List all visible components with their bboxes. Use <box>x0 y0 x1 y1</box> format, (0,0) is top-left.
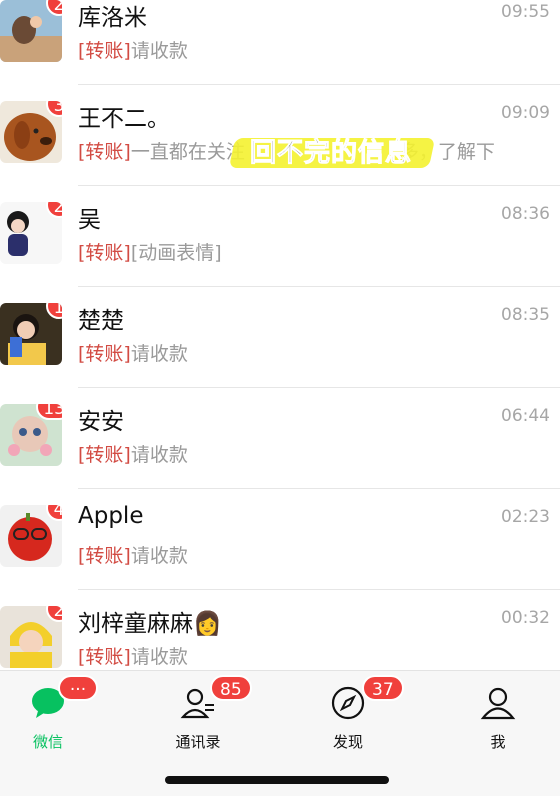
chat-name: 楚楚 <box>78 308 124 334</box>
chat-time: 08:36 <box>501 204 550 224</box>
preview-text: 请收款 <box>130 646 188 668</box>
preview-text: 请收款 <box>130 40 188 62</box>
overlay-caption-text: 回不完的信息 <box>249 138 413 169</box>
transfer-tag: [转账] <box>78 343 131 365</box>
chat-name: Apple <box>78 503 144 529</box>
compass-icon <box>331 686 365 720</box>
chat-name: 库洛米 <box>78 5 147 31</box>
transfer-tag: [转账] <box>78 444 131 466</box>
chat-preview: [转账]请收款 <box>78 642 188 669</box>
tab-badge: ··· <box>58 675 98 701</box>
transfer-tag: [转账] <box>78 242 131 264</box>
transfer-tag: [转账] <box>78 646 131 668</box>
chat-preview: [转账]请收款 <box>78 440 188 467</box>
transfer-tag: [转账] <box>78 141 131 163</box>
tab-badge: 85 <box>210 675 252 701</box>
avatar[interactable]: 2 <box>0 202 62 264</box>
chat-time: 09:09 <box>501 103 550 123</box>
chat-row[interactable]: 2 库洛米 09:55 [转账]请收款 <box>0 0 560 85</box>
avatar[interactable]: 2 <box>0 606 62 668</box>
chat-name: 安安 <box>78 409 124 435</box>
preview-text: 请收款 <box>130 444 188 466</box>
tab-contacts[interactable]: 85 通讯录 <box>138 671 258 761</box>
avatar[interactable]: 4 <box>0 505 62 567</box>
tab-chats[interactable]: ··· 微信 <box>0 671 108 761</box>
home-indicator <box>165 776 389 784</box>
chat-name: 刘梓童麻麻👩 <box>78 611 222 637</box>
tab-me[interactable]: 我 <box>438 671 558 761</box>
preview-text: [动画表情] <box>130 242 222 264</box>
preview-text: 一直都在关注 <box>130 141 245 163</box>
tab-label: 通讯录 <box>175 733 221 751</box>
chat-row[interactable]: 2 吴 08:36 [转账][动画表情] <box>0 186 560 287</box>
chat-preview: [转账]请收款 <box>78 36 188 63</box>
avatar[interactable]: 2 <box>0 0 62 62</box>
chat-row[interactable]: 1 楚楚 08:35 [转账]请收款 <box>0 287 560 388</box>
tab-discover[interactable]: 37 发现 <box>288 671 408 761</box>
avatar[interactable]: 3 <box>0 101 62 163</box>
preview-text: 请收款 <box>130 545 188 567</box>
transfer-tag: [转账] <box>78 545 131 567</box>
preview-text: 请收款 <box>130 343 188 365</box>
chat-time: 00:32 <box>501 608 550 628</box>
tab-label: 微信 <box>32 733 63 751</box>
chat-time: 08:35 <box>501 305 550 325</box>
tab-label: 我 <box>490 733 506 751</box>
chat-row[interactable]: 13 安安 06:44 [转账]请收款 <box>0 388 560 489</box>
chat-name: 王不二。 <box>78 106 170 132</box>
tab-label: 发现 <box>332 733 363 751</box>
tab-badge: 37 <box>362 675 404 701</box>
chat-time: 02:23 <box>501 507 550 527</box>
chat-time: 09:55 <box>501 2 550 22</box>
overlay-caption: 回不完的信息 <box>228 128 436 176</box>
chat-time: 06:44 <box>501 406 550 426</box>
avatar[interactable]: 13 <box>0 404 62 466</box>
chat-name: 吴 <box>78 207 101 233</box>
chat-preview: [转账]请收款 <box>78 541 188 568</box>
chat-row[interactable]: 4 Apple 02:23 [转账]请收款 <box>0 489 560 590</box>
chat-preview: [转账]请收款 <box>78 339 188 366</box>
avatar[interactable]: 1 <box>0 303 62 365</box>
transfer-tag: [转账] <box>78 40 131 62</box>
chat-preview: [转账][动画表情] <box>78 238 222 265</box>
person-icon <box>480 687 516 720</box>
